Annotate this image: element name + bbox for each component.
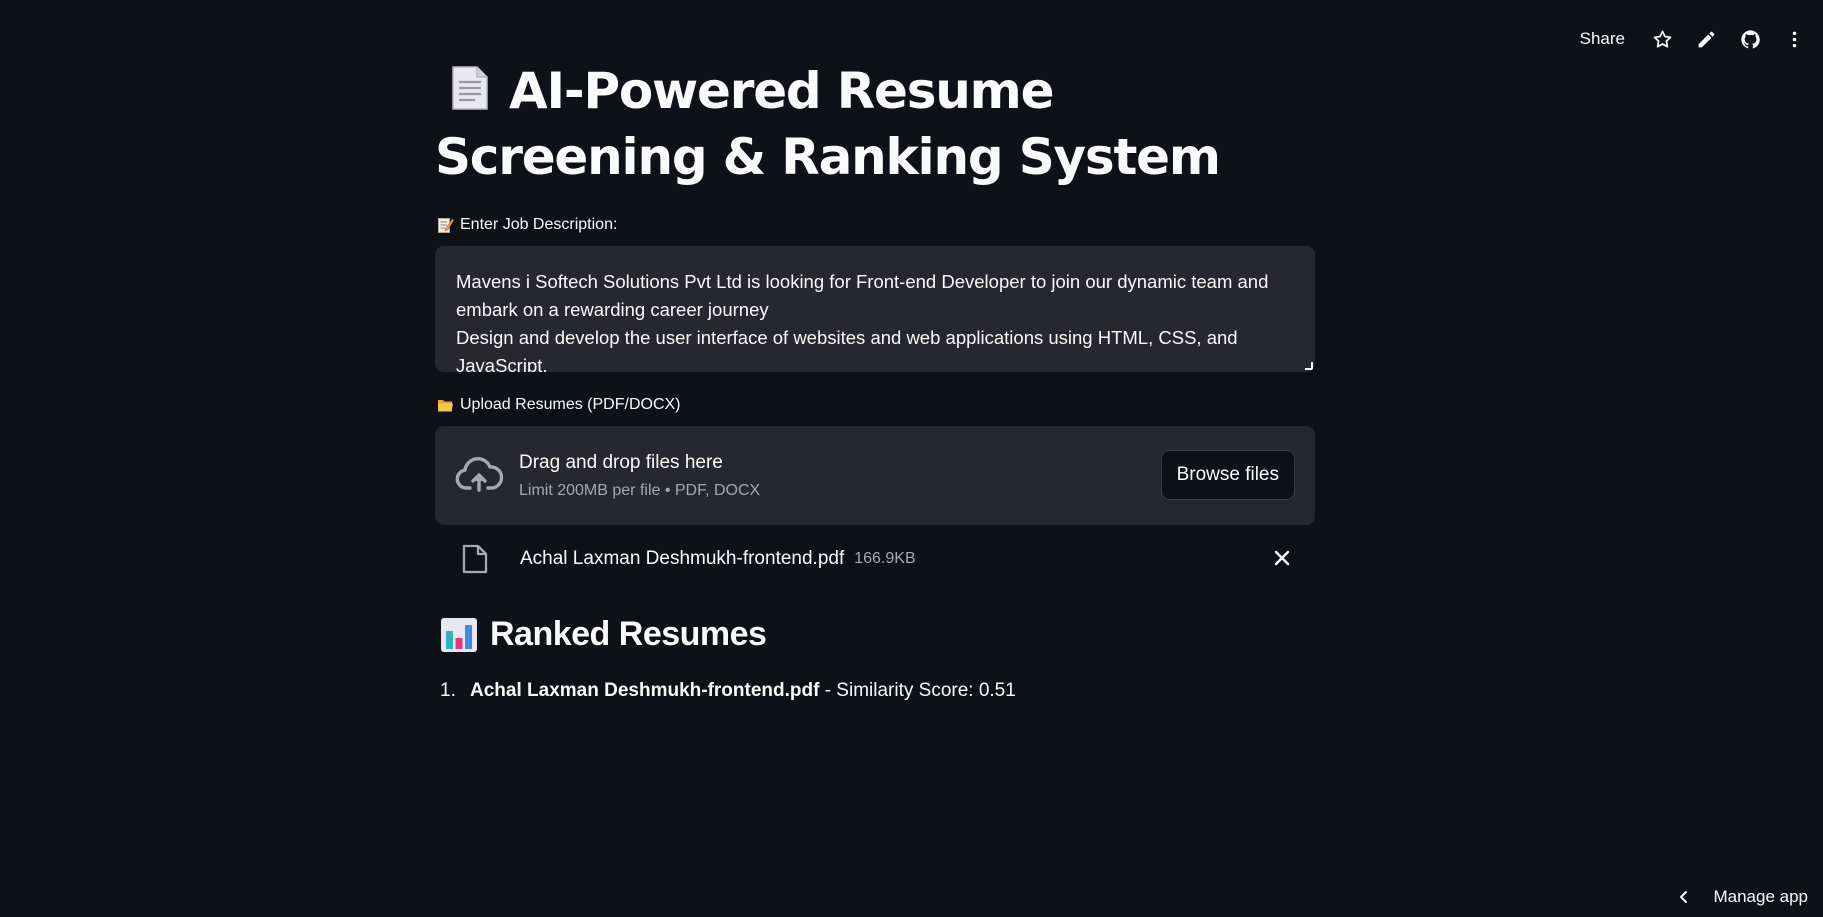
uploaded-file-name: Achal Laxman Deshmukh-frontend.pdf xyxy=(520,548,845,569)
ranked-resumes-heading: Ranked Resumes xyxy=(435,615,1315,654)
star-icon[interactable] xyxy=(1651,28,1673,50)
textarea-line: Design and develop the user interface of… xyxy=(456,327,1238,348)
job-description-textarea[interactable]: Mavens i Softech Solutions Pvt Ltd is lo… xyxy=(435,246,1315,372)
list-item-number: 1. xyxy=(440,680,456,701)
resize-handle[interactable] xyxy=(1305,362,1313,370)
file-dropzone[interactable]: Drag and drop files here Limit 200MB per… xyxy=(435,426,1315,525)
list-item: 1. Achal Laxman Deshmukh-frontend.pdf - … xyxy=(435,680,1315,702)
close-icon[interactable] xyxy=(1271,547,1293,569)
uploaded-file-size: 166.9KB xyxy=(854,550,916,567)
github-icon[interactable] xyxy=(1739,28,1761,50)
uploaded-file-row: Achal Laxman Deshmukh-frontend.pdf 166.9… xyxy=(435,527,1315,591)
document-emoji-icon xyxy=(452,66,488,110)
page-title: AI-Powered Resume Screening & Ranking Sy… xyxy=(435,58,1315,190)
memo-emoji-icon xyxy=(438,217,454,233)
textarea-line: Mavens i Softech Solutions Pvt Ltd is lo… xyxy=(456,271,1269,292)
browse-files-button[interactable]: Browse files xyxy=(1160,450,1295,500)
bar-chart-emoji-icon xyxy=(441,617,477,652)
job-description-label: Enter Job Description: xyxy=(437,216,1315,234)
textarea-line: JavaScript. xyxy=(456,355,548,372)
cloud-upload-icon xyxy=(455,456,503,492)
ranked-resume-name: Achal Laxman Deshmukh-frontend.pdf xyxy=(470,680,820,701)
similarity-score-text: - Similarity Score: 0.51 xyxy=(819,680,1016,701)
ranked-list: 1. Achal Laxman Deshmukh-frontend.pdf - … xyxy=(435,680,1315,702)
drag-drop-text: Drag and drop files here xyxy=(519,451,723,473)
textarea-line: embark on a rewarding career journey xyxy=(456,299,769,320)
page-title-text: AI-Powered Resume Screening & Ranking Sy… xyxy=(435,62,1221,186)
upload-label: Upload Resumes (PDF/DOCX) xyxy=(437,396,1315,414)
pencil-icon[interactable] xyxy=(1695,28,1717,50)
share-button[interactable]: Share xyxy=(1580,29,1625,49)
ranked-resumes-heading-text: Ranked Resumes xyxy=(490,615,767,653)
upload-limit-text: Limit 200MB per file • PDF, DOCX xyxy=(519,481,761,499)
dropzone-texts: Drag and drop files here Limit 200MB per… xyxy=(519,452,760,500)
main-content: AI-Powered Resume Screening & Ranking Sy… xyxy=(435,58,1315,702)
job-description-label-text: Enter Job Description: xyxy=(460,216,618,233)
more-vertical-icon[interactable] xyxy=(1783,28,1805,50)
manage-app-label: Manage app xyxy=(1713,887,1808,906)
chevron-left-icon xyxy=(1680,891,1688,903)
upload-label-text: Upload Resumes (PDF/DOCX) xyxy=(460,396,681,413)
header-toolbar: Share xyxy=(1580,28,1805,50)
manage-app-button[interactable]: Manage app xyxy=(1677,887,1808,907)
folder-emoji-icon xyxy=(438,399,453,411)
file-icon xyxy=(462,544,488,574)
